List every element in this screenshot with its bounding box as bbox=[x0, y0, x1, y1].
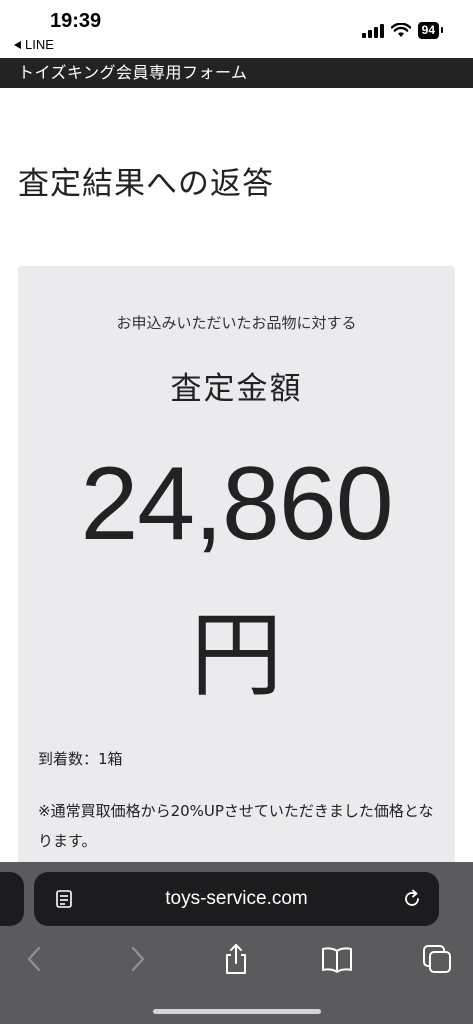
currency-unit: 円 bbox=[190, 602, 283, 709]
url-text[interactable]: toys-service.com bbox=[34, 872, 439, 926]
arrival-count: 到着数：1箱 bbox=[38, 750, 123, 768]
reload-icon[interactable] bbox=[401, 888, 423, 910]
forward-chevron-icon[interactable] bbox=[120, 942, 154, 976]
wifi-icon bbox=[390, 23, 411, 37]
result-subtitle: お申込みいただいたお品物に対する bbox=[116, 314, 357, 332]
tabs-icon[interactable] bbox=[420, 942, 454, 976]
battery-indicator: 94 bbox=[417, 22, 444, 39]
site-header-title: トイズキング会員専用フォーム bbox=[18, 63, 248, 82]
bookmarks-icon[interactable] bbox=[320, 942, 354, 976]
price-note: ※通常買取価格から20%UPさせていただきました価格となります。 bbox=[38, 802, 434, 850]
address-bar[interactable]: toys-service.com bbox=[34, 872, 439, 926]
appraisal-amount: 24,860 bbox=[80, 446, 393, 562]
result-heading: 査定金額 bbox=[170, 371, 303, 407]
browser-bottom-toolbar bbox=[0, 936, 473, 982]
back-to-app-link[interactable]: LINE bbox=[14, 37, 54, 52]
home-indicator[interactable] bbox=[153, 1009, 321, 1014]
cellular-signal-icon bbox=[361, 23, 384, 38]
back-app-label: LINE bbox=[25, 37, 54, 52]
share-icon[interactable] bbox=[219, 942, 253, 976]
back-chevron-icon[interactable] bbox=[18, 942, 52, 976]
page-title: 査定結果への返答 bbox=[18, 166, 274, 202]
previous-tab-peek[interactable] bbox=[0, 872, 24, 926]
browser-toolbar-area: toys-service.com bbox=[0, 862, 473, 1024]
status-icons: 94 bbox=[361, 22, 444, 39]
back-triangle-icon bbox=[14, 40, 21, 49]
status-time: 19:39 bbox=[50, 10, 102, 32]
status-bar: 19:39 LINE 94 bbox=[0, 0, 473, 58]
appraisal-result-card: お申込みいただいたお品物に対する 査定金額 24,860 円 到着数：1箱 ※通… bbox=[18, 266, 455, 926]
site-header: トイズキング会員専用フォーム bbox=[0, 58, 473, 88]
